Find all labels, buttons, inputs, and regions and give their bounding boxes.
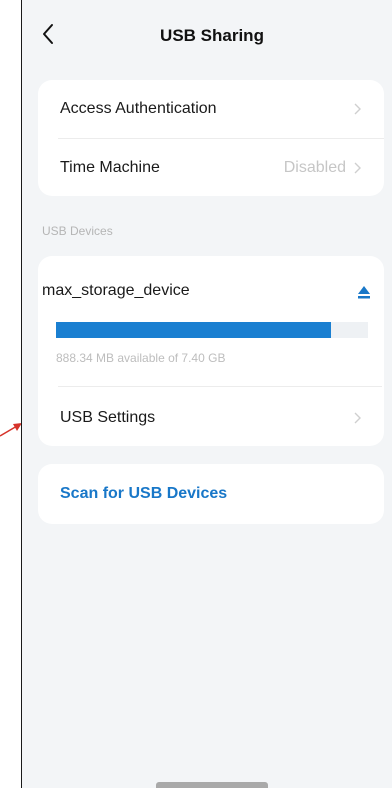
storage-available-text: 888.34 MB available of 7.40 GB bbox=[56, 351, 226, 365]
storage-progress-fill bbox=[56, 322, 331, 338]
device-name: max_storage_device bbox=[42, 282, 190, 299]
app-header: USB Sharing bbox=[22, 0, 392, 76]
storage-progress-bar bbox=[56, 322, 368, 338]
time-machine-row[interactable]: Time Machine Disabled bbox=[38, 139, 384, 196]
phone-screen: USB Sharing Access Authentication Time M… bbox=[21, 0, 392, 788]
scan-card: Scan for USB Devices bbox=[38, 464, 384, 524]
time-machine-label: Time Machine bbox=[60, 158, 160, 176]
divider bbox=[58, 386, 382, 387]
chevron-right-icon bbox=[354, 412, 361, 424]
access-authentication-label: Access Authentication bbox=[60, 100, 217, 117]
eject-icon[interactable] bbox=[356, 284, 372, 300]
usb-settings-row[interactable]: USB Settings bbox=[38, 389, 384, 447]
time-machine-value: Disabled bbox=[283, 158, 346, 176]
usb-settings-label: USB Settings bbox=[60, 409, 156, 426]
chevron-right-icon bbox=[354, 103, 361, 115]
access-authentication-row[interactable]: Access Authentication bbox=[38, 80, 384, 138]
usb-devices-section-label: USB Devices bbox=[42, 224, 113, 238]
chevron-right-icon bbox=[354, 162, 361, 173]
page-title: USB Sharing bbox=[160, 26, 264, 45]
home-indicator bbox=[156, 782, 268, 788]
scan-usb-devices-button[interactable]: Scan for USB Devices bbox=[60, 464, 227, 524]
settings-card: Access Authentication Time Machine Disab… bbox=[38, 80, 384, 196]
